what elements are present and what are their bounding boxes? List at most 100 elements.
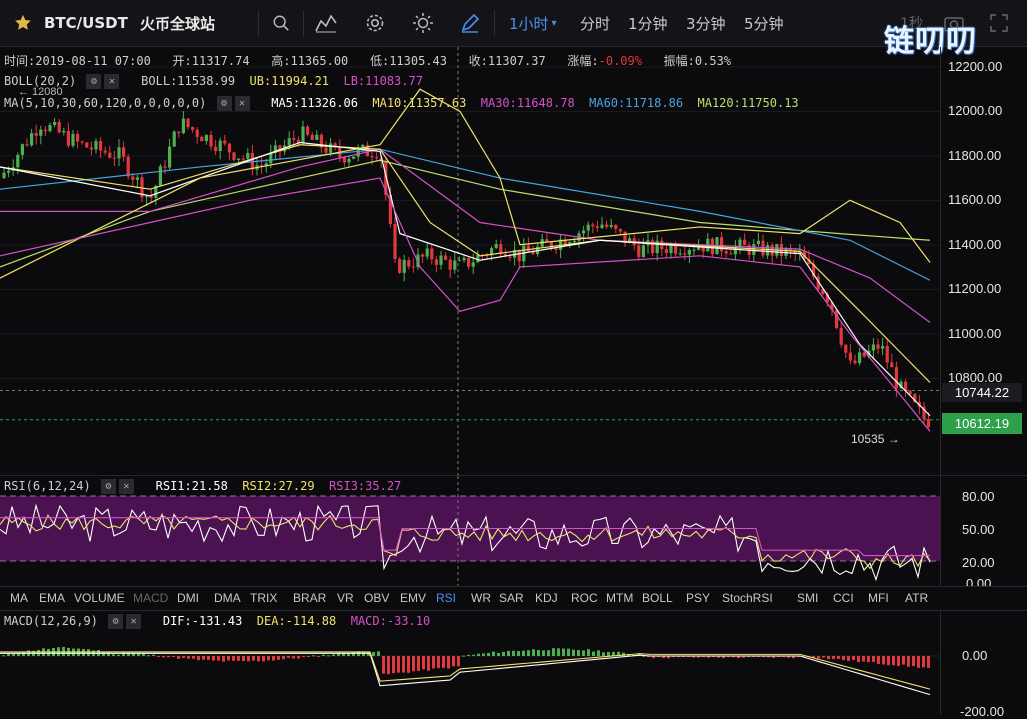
macd-bar	[277, 656, 280, 660]
close-icon[interactable]: ✕	[104, 74, 120, 89]
macd-bar	[577, 650, 580, 656]
interval-5m[interactable]: 5分钟	[744, 0, 784, 46]
chevron-down-icon: ▾	[551, 17, 557, 29]
macd-bar	[242, 656, 245, 662]
candle-body	[687, 249, 691, 255]
macd-bar	[2, 655, 5, 657]
indicator-tab-dma[interactable]: DMA	[214, 591, 241, 605]
candle-body	[2, 172, 6, 179]
interval-3m[interactable]: 3分钟	[686, 0, 726, 46]
gear-icon[interactable]: ⚙	[86, 74, 102, 89]
gear-icon[interactable]: ⚙	[100, 479, 116, 494]
candle-body	[352, 156, 356, 159]
candle-body	[34, 133, 38, 136]
rsi-axis-label: 50.00	[962, 522, 995, 537]
macd-bar	[152, 654, 155, 656]
indicator-tab-atr[interactable]: ATR	[905, 591, 928, 605]
candle-body	[306, 126, 310, 135]
close-icon[interactable]: ✕	[118, 479, 134, 494]
gear-icon[interactable]	[365, 0, 385, 46]
macd-bar	[417, 656, 420, 671]
indicator-tab-boll[interactable]: BOLL	[642, 591, 673, 605]
indicator-tab-obv[interactable]: OBV	[364, 591, 389, 605]
macd-bar	[412, 656, 415, 672]
candle-body	[186, 118, 190, 128]
indicator-tab-smi[interactable]: SMI	[797, 591, 818, 605]
rsi-axis-label: 20.00	[962, 555, 995, 570]
indicator-tab-ma[interactable]: MA	[10, 591, 28, 605]
indicator-tab-psy[interactable]: PSY	[686, 591, 710, 605]
draw-icon[interactable]	[460, 0, 480, 46]
macd-bar	[7, 653, 10, 656]
interval-1m[interactable]: 1分钟	[628, 0, 668, 46]
macd-bar	[372, 651, 375, 656]
theme-icon[interactable]	[412, 0, 434, 46]
candle-body	[7, 170, 11, 173]
indicator-tab-emv[interactable]: EMV	[400, 591, 426, 605]
macd-bar	[327, 655, 330, 657]
indicator-tab-ema[interactable]: EMA	[39, 591, 65, 605]
candle-body	[641, 245, 645, 257]
indicator-icon[interactable]	[315, 0, 337, 46]
candle-body	[738, 239, 742, 247]
macd-bar	[427, 656, 430, 671]
indicator-tab-mfi[interactable]: MFI	[868, 591, 889, 605]
candle-body	[25, 144, 29, 146]
candle-body	[494, 243, 498, 249]
price-chart[interactable]	[0, 47, 940, 475]
indicator-tab-cci[interactable]: CCI	[833, 591, 854, 605]
macd-bar	[297, 656, 300, 659]
indicator-tab-rsi[interactable]: RSI	[436, 591, 456, 605]
search-icon[interactable]	[272, 0, 290, 46]
indicator-tab-mtm[interactable]: MTM	[606, 591, 633, 605]
candle-body	[48, 125, 52, 132]
indicator-tab-roc[interactable]: ROC	[571, 591, 598, 605]
interval-1h[interactable]: 1小时 ▾	[509, 0, 557, 46]
indicator-tab-volume[interactable]: VOLUME	[74, 591, 125, 605]
candle-body	[99, 141, 103, 151]
macd-bar	[177, 656, 180, 659]
indicator-tab-kdj[interactable]: KDJ	[535, 591, 558, 605]
macd-bar	[842, 656, 845, 661]
star-icon[interactable]	[14, 0, 32, 46]
candle-body	[894, 367, 898, 389]
candle-body	[664, 249, 668, 254]
gear-icon[interactable]: ⚙	[216, 96, 232, 111]
interval-timeline[interactable]: 分时	[580, 0, 610, 46]
rsi-legend: RSI(6,12,24) ⚙ ✕ RSI1:21.58 RSI2:27.29 RS…	[4, 479, 402, 494]
macd-bar	[272, 656, 275, 661]
indicator-tab-sar[interactable]: SAR	[499, 591, 524, 605]
candle-body	[218, 140, 222, 152]
close-icon[interactable]: ✕	[234, 96, 250, 111]
candle-body	[848, 352, 852, 361]
indicator-tab-dmi[interactable]: DMI	[177, 591, 199, 605]
candle-body	[204, 134, 208, 142]
indicator-tab-vr[interactable]: VR	[337, 591, 354, 605]
macd-bar	[87, 649, 90, 656]
candle-body	[80, 141, 84, 143]
macd-bar	[897, 656, 900, 667]
fullscreen-icon[interactable]	[990, 0, 1008, 46]
candle-body	[881, 345, 885, 349]
close-icon[interactable]: ✕	[126, 614, 142, 629]
indicator-tab-brar[interactable]: BRAR	[293, 591, 326, 605]
macd-bar	[472, 654, 475, 656]
candle-body	[214, 146, 218, 152]
exchange-name[interactable]: 火币全球站	[140, 0, 215, 46]
gear-icon[interactable]: ⚙	[108, 614, 124, 629]
candle-body	[393, 223, 397, 260]
candle-body	[517, 249, 521, 262]
candle-body	[177, 131, 181, 134]
price-axis-label: 11000.00	[948, 326, 1002, 341]
candle-body	[149, 196, 153, 198]
indicator-tab-stochrsi[interactable]: StochRSI	[722, 591, 773, 605]
indicator-tab-wr[interactable]: WR	[471, 591, 491, 605]
candle-body	[163, 166, 167, 168]
candle-body	[209, 134, 213, 147]
symbol-title[interactable]: BTC/USDT	[44, 0, 128, 46]
indicator-tab-macd[interactable]: MACD	[133, 591, 168, 605]
indicator-tab-trix[interactable]: TRIX	[250, 591, 277, 605]
macd-bar	[322, 654, 325, 656]
candle-body	[43, 129, 47, 132]
macd-bar	[882, 656, 885, 665]
